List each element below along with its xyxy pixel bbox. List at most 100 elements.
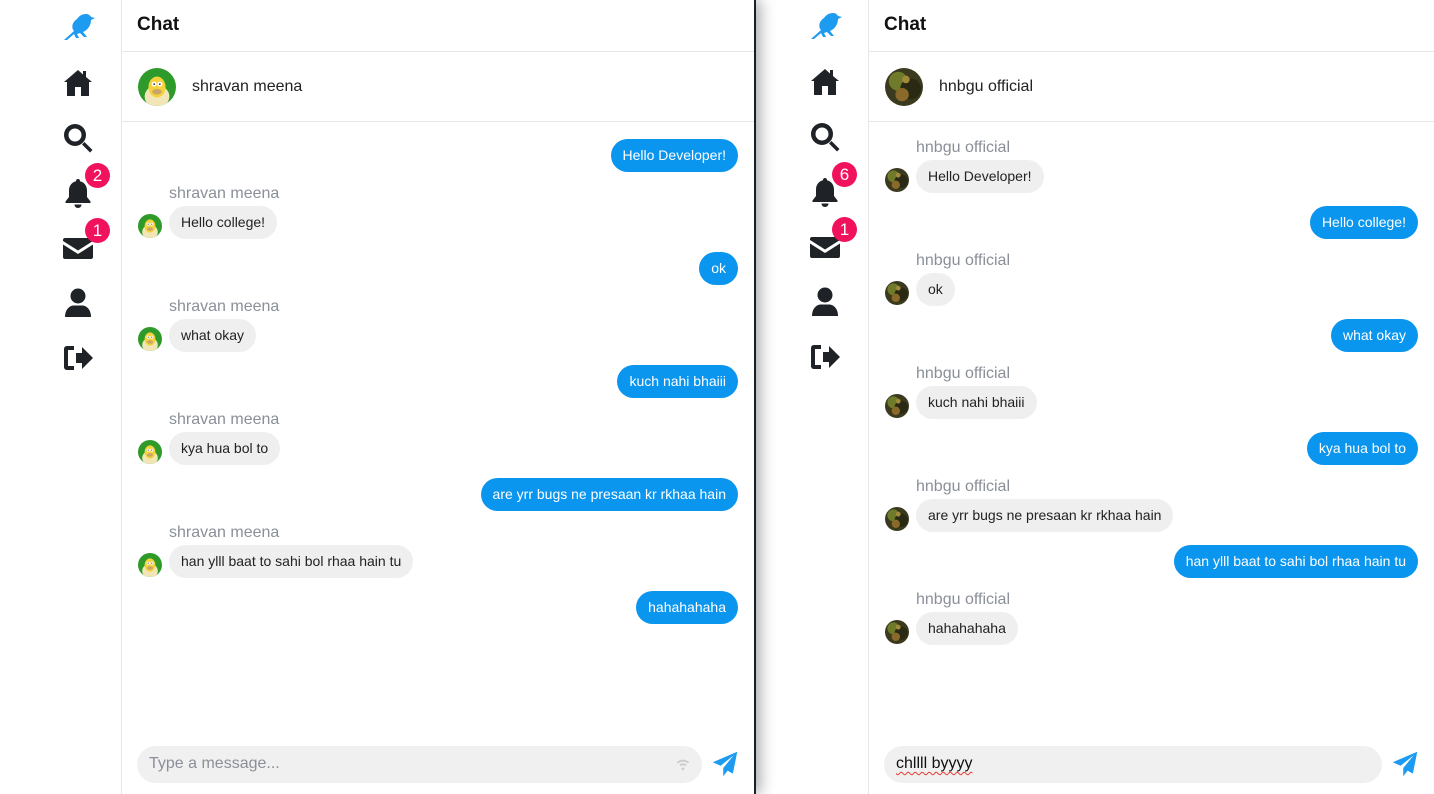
- message-bubble: Hello Developer!: [610, 139, 738, 172]
- message-bubble: ok: [699, 252, 738, 285]
- notification-badge: 2: [85, 163, 110, 188]
- nav-bird-logo-button[interactable]: [807, 7, 843, 43]
- incoming-message: hnbgu official are yrr bugs ne presaan kr…: [885, 478, 1418, 532]
- sender-name: shravan meena: [169, 524, 280, 541]
- message-bubble: Hello college!: [1309, 206, 1418, 239]
- message-bubble: hahahahaha: [636, 591, 738, 624]
- incoming-message: hnbgu official hahahahaha: [885, 591, 1418, 645]
- incoming-message: hnbgu official kuch nahi bhaiii: [885, 365, 1418, 419]
- nav-home-button[interactable]: [60, 65, 96, 101]
- chat-contact-header[interactable]: hnbgu official: [869, 52, 1434, 122]
- home-icon: [62, 67, 94, 99]
- contact-name: hnbgu official: [939, 77, 1033, 95]
- nav-user-button[interactable]: [807, 284, 843, 320]
- message-bubble: ok: [916, 273, 955, 306]
- outgoing-message: hahahahaha: [138, 591, 738, 624]
- bird-logo-icon: [58, 6, 98, 46]
- message-line: kya hua bol to: [138, 432, 281, 465]
- nav-bird-logo-button[interactable]: [60, 8, 96, 44]
- sender-avatar: [885, 167, 909, 192]
- outgoing-message: han ylll baat to sahi bol rhaa hain tu: [885, 545, 1418, 578]
- notification-badge: 6: [832, 162, 857, 187]
- outgoing-message: kuch nahi bhaiii: [138, 365, 738, 398]
- message-list: Hello Developer! shravan meena Hello colle…: [122, 123, 754, 734]
- sender-avatar: [138, 213, 162, 238]
- search-icon: [62, 122, 94, 154]
- logout-icon: [809, 341, 841, 373]
- message-bubble: kuch nahi bhaiii: [617, 365, 738, 398]
- message-bubble: hahahahaha: [916, 612, 1018, 645]
- wifi-icon: [676, 757, 690, 771]
- nav-bell-button[interactable]: 2: [60, 163, 110, 211]
- message-line: Hello college!: [138, 206, 278, 239]
- outgoing-message: Hello college!: [885, 206, 1418, 239]
- nav-home-button[interactable]: [807, 64, 843, 100]
- message-line: Hello Developer!: [885, 160, 1044, 193]
- outgoing-message: are yrr bugs ne presaan kr rkhaa hain: [138, 478, 738, 511]
- message-composer: chllll byyyy: [869, 734, 1434, 794]
- message-bubble: kya hua bol to: [1306, 432, 1418, 465]
- message-line: hahahahaha: [885, 612, 1018, 645]
- sender-name: shravan meena: [169, 298, 280, 315]
- logout-icon: [62, 342, 94, 374]
- message-bubble: kya hua bol to: [169, 432, 281, 465]
- chat-window-left: 2 1 Chat shravan meena Hello Developer! sh…: [0, 0, 754, 794]
- message-bubble: han ylll baat to sahi bol rhaa hain tu: [169, 545, 414, 578]
- message-line: what okay: [138, 319, 257, 352]
- incoming-message: shravan meena what okay: [138, 298, 738, 352]
- message-line: ok: [885, 273, 955, 306]
- nav-search-button[interactable]: [807, 119, 843, 155]
- sender-name: hnbgu official: [916, 478, 1010, 495]
- sender-avatar: [885, 619, 909, 644]
- nav-logout-button[interactable]: [60, 340, 96, 376]
- user-icon: [62, 287, 94, 319]
- nav-logout-button[interactable]: [807, 339, 843, 375]
- typed-text: chllll byyyy: [896, 755, 973, 772]
- message-line: are yrr bugs ne presaan kr rkhaa hain: [885, 499, 1174, 532]
- message-composer: Type a message...: [122, 734, 754, 794]
- incoming-message: shravan meena Hello college!: [138, 185, 738, 239]
- incoming-message: shravan meena han ylll baat to sahi bol r…: [138, 524, 738, 578]
- message-bubble: are yrr bugs ne presaan kr rkhaa hain: [480, 478, 738, 511]
- user-icon: [809, 286, 841, 318]
- incoming-message: hnbgu official ok: [885, 252, 1418, 306]
- bird-logo-icon: [805, 5, 845, 45]
- chat-main: Chat shravan meena Hello Developer! shrav…: [122, 0, 754, 794]
- send-button[interactable]: [708, 747, 742, 781]
- notification-badge: 1: [85, 218, 110, 243]
- nav-user-button[interactable]: [60, 285, 96, 321]
- nav-envelope-button[interactable]: 1: [60, 218, 110, 266]
- chat-contact-header[interactable]: shravan meena: [122, 52, 754, 122]
- outgoing-message: Hello Developer!: [138, 139, 738, 172]
- incoming-message: hnbgu official Hello Developer!: [885, 139, 1418, 193]
- send-button[interactable]: [1388, 747, 1422, 781]
- nav-search-button[interactable]: [60, 120, 96, 156]
- sender-avatar: [138, 552, 162, 577]
- page-title: Chat: [122, 0, 754, 52]
- chat-main: Chat hnbgu official hnbgu official Hello …: [869, 0, 1434, 794]
- sender-name: hnbgu official: [916, 591, 1010, 608]
- sender-name: shravan meena: [169, 185, 280, 202]
- sender-avatar: [138, 326, 162, 351]
- message-bubble: kuch nahi bhaiii: [916, 386, 1037, 419]
- sidebar: 61: [756, 0, 869, 794]
- page-title: Chat: [869, 0, 1434, 52]
- sender-avatar: [885, 506, 909, 531]
- home-icon: [809, 66, 841, 98]
- message-list: hnbgu official Hello Developer! Hello coll…: [869, 123, 1434, 734]
- incoming-message: shravan meena kya hua bol to: [138, 411, 738, 465]
- message-input[interactable]: chllll byyyy: [884, 745, 1382, 783]
- input-placeholder: Type a message...: [149, 755, 280, 772]
- search-icon: [809, 121, 841, 153]
- outgoing-message: ok: [138, 252, 738, 285]
- nav-bell-button[interactable]: 6: [807, 162, 857, 210]
- nav-envelope-button[interactable]: 1: [807, 217, 857, 265]
- contact-avatar: [138, 67, 176, 106]
- sender-name: shravan meena: [169, 411, 280, 428]
- sender-name: hnbgu official: [916, 139, 1010, 156]
- sender-name: hnbgu official: [916, 252, 1010, 269]
- outgoing-message: what okay: [885, 319, 1418, 352]
- notification-badge: 1: [832, 217, 857, 242]
- message-bubble: what okay: [1330, 319, 1418, 352]
- message-input[interactable]: Type a message...: [137, 745, 702, 783]
